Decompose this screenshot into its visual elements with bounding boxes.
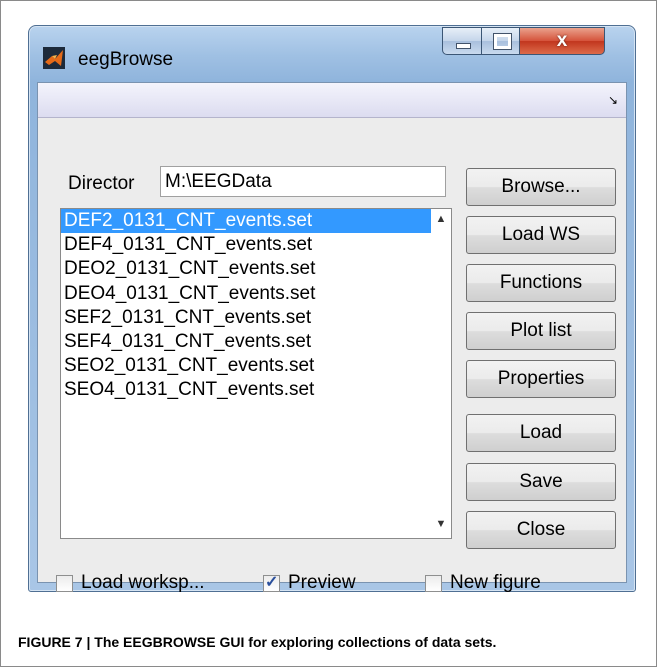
directory-label: Director xyxy=(68,173,135,194)
properties-button[interactable]: Properties xyxy=(466,360,616,398)
figure-caption: FIGURE 7 | The EEGBROWSE GUI for explori… xyxy=(18,634,497,650)
client-area: ↘ Director DEF2_0131_CNT_events.setDEF4_… xyxy=(37,82,627,593)
toolbar-strip: ↘ xyxy=(38,83,626,118)
load-workspace-label: Load worksp... xyxy=(81,572,205,593)
scroll-down-icon[interactable]: ▼ xyxy=(431,518,451,530)
load-button[interactable]: Load xyxy=(466,414,616,452)
scroll-up-icon[interactable]: ▲ xyxy=(431,213,451,225)
list-item[interactable]: DEO2_0131_CNT_events.set xyxy=(61,257,431,281)
title-bar[interactable]: eegBrowse x xyxy=(29,26,635,82)
close-window-button[interactable]: x xyxy=(519,27,605,55)
new-figure-checkbox-row[interactable]: New figure xyxy=(425,571,541,595)
minimize-icon xyxy=(456,43,471,49)
list-item[interactable]: DEF2_0131_CNT_events.set xyxy=(61,209,431,234)
list-item[interactable]: SEO4_0131_CNT_events.set xyxy=(61,378,431,402)
plot-list-button[interactable]: Plot list xyxy=(466,312,616,350)
new-figure-checkbox[interactable] xyxy=(425,574,442,592)
directory-input[interactable] xyxy=(160,166,446,197)
list-item[interactable]: SEO2_0131_CNT_events.set xyxy=(61,354,431,378)
close-button[interactable]: Close xyxy=(466,511,616,549)
load-workspace-checkbox-row[interactable]: Load worksp... xyxy=(56,571,205,595)
list-item[interactable]: SEF2_0131_CNT_events.set xyxy=(61,306,431,330)
file-listbox[interactable]: DEF2_0131_CNT_events.set DEF4_0131_CNT_ev… xyxy=(60,208,452,539)
dock-arrow-icon[interactable]: ↘ xyxy=(608,93,618,107)
save-button[interactable]: Save xyxy=(466,463,616,501)
list-item[interactable]: DEO4_0131_CNT_events.set xyxy=(61,282,431,306)
file-list: DEF2_0131_CNT_events.set DEF4_0131_CNT_ev… xyxy=(61,209,431,403)
list-item[interactable]: DEF4_0131_CNT_events.set xyxy=(61,233,431,257)
window-title: eegBrowse xyxy=(78,49,174,70)
preview-checkbox-row[interactable]: ✓ Preview xyxy=(263,571,356,595)
new-figure-label: New figure xyxy=(450,572,541,593)
load-ws-button[interactable]: Load WS xyxy=(466,216,616,254)
preview-label: Preview xyxy=(288,572,356,593)
maximize-button[interactable] xyxy=(481,27,520,55)
load-workspace-checkbox[interactable] xyxy=(56,574,73,592)
eegbrowse-window: eegBrowse x ↘ Director DEF2_0131_CNT_eve… xyxy=(28,25,636,593)
minimize-button[interactable] xyxy=(442,27,482,55)
functions-button[interactable]: Functions xyxy=(466,264,616,302)
matlab-icon xyxy=(43,47,65,69)
maximize-icon xyxy=(493,33,512,50)
list-item[interactable]: SEF4_0131_CNT_events.set xyxy=(61,330,431,354)
browse-button[interactable]: Browse... xyxy=(466,168,616,206)
checkmark-icon: ✓ xyxy=(265,573,279,591)
preview-checkbox[interactable]: ✓ xyxy=(263,573,280,592)
scrollbar[interactable]: ▲ ▼ xyxy=(431,209,451,538)
close-icon: x xyxy=(556,30,568,51)
